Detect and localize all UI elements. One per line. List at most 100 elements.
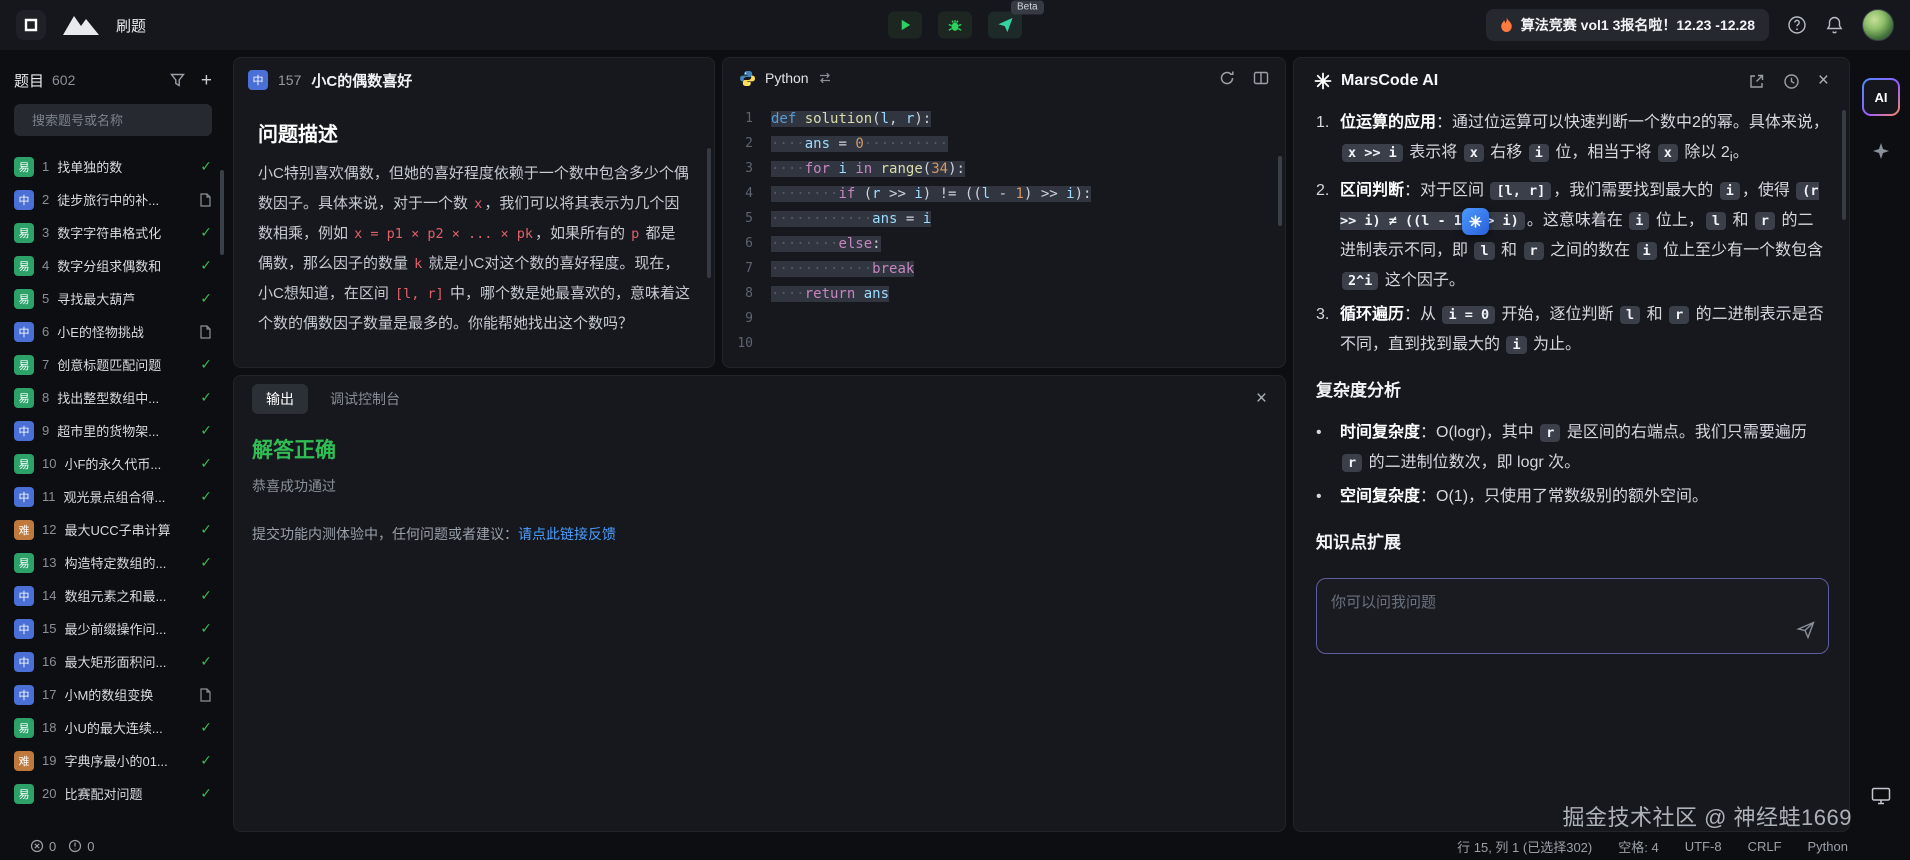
- tab-output[interactable]: 输出: [252, 384, 308, 414]
- avatar[interactable]: [1862, 9, 1894, 41]
- problem-list-item[interactable]: 中6小E的怪物挑战: [14, 315, 212, 348]
- problem-list-item[interactable]: 中14数组元素之和最...✓: [14, 579, 212, 612]
- inline-code: p: [629, 226, 641, 242]
- code-editor[interactable]: 1def solution(l, r):2····ans = 0········…: [723, 106, 1285, 356]
- code-line[interactable]: 7············break: [723, 256, 1285, 281]
- problem-list-item[interactable]: 难12最大UCC子串计算✓: [14, 513, 212, 546]
- contest-banner[interactable]: 算法竞赛 vol1 3报名啦！12.23 -12.28: [1486, 9, 1769, 41]
- beta-badge: Beta: [1011, 1, 1044, 15]
- indent-setting[interactable]: 空格: 4: [1618, 837, 1658, 856]
- errors-indicator[interactable]: 0: [30, 839, 56, 854]
- problem-list-item[interactable]: 中9超市里的货物架...✓: [14, 414, 212, 447]
- switch-language-icon[interactable]: [818, 72, 832, 84]
- problem-list-item[interactable]: 中16最大矩形面积问...✓: [14, 645, 212, 678]
- monitor-icon[interactable]: [1871, 787, 1891, 810]
- problem-list-item[interactable]: 中17小M的数组变换: [14, 678, 212, 711]
- problem-title: 构造特定数组的...: [64, 553, 166, 572]
- problem-list-item[interactable]: 易8找出整型数组中...✓: [14, 381, 212, 414]
- check-icon: ✓: [200, 785, 212, 802]
- ai-question-input[interactable]: [1317, 579, 1828, 653]
- problem-number: 14: [42, 588, 56, 603]
- problem-list-item[interactable]: 中11观光景点组合得...✓: [14, 480, 212, 513]
- inline-code: i: [1529, 144, 1549, 162]
- problem-number: 20: [42, 786, 56, 801]
- problem-list-item[interactable]: 难19字典序最小的01...✓: [14, 744, 212, 777]
- code-line[interactable]: 6········else:: [723, 231, 1285, 256]
- ai-input-box: [1316, 578, 1829, 654]
- warnings-indicator[interactable]: 0: [68, 839, 94, 854]
- cursor-position[interactable]: 行 15, 列 1 (已选择302): [1457, 837, 1592, 856]
- encoding-setting[interactable]: UTF-8: [1685, 839, 1722, 854]
- difficulty-badge: 中: [14, 421, 34, 441]
- problem-list-item[interactable]: 易3数字字符串格式化✓: [14, 216, 212, 249]
- problem-list-item[interactable]: 中15最少前缀操作问...✓: [14, 612, 212, 645]
- problem-list-item[interactable]: 易1找单独的数✓: [14, 150, 212, 183]
- check-icon: ✓: [200, 620, 212, 637]
- problem-scrollbar[interactable]: [707, 148, 711, 278]
- inline-code: x >> i: [1342, 144, 1403, 162]
- line-number: 1: [723, 111, 771, 126]
- problem-list-item[interactable]: 易18小U的最大连续...✓: [14, 711, 212, 744]
- editor-header: Python: [723, 58, 1285, 98]
- send-icon[interactable]: [1796, 620, 1816, 645]
- ai-selection-popup-icon[interactable]: [1462, 208, 1489, 235]
- plugin-icon[interactable]: [1872, 142, 1890, 165]
- problem-list-item[interactable]: 中2徒步旅行中的补...: [14, 183, 212, 216]
- ai-assistant-button[interactable]: AI: [1862, 78, 1900, 116]
- problem-list-item[interactable]: 易10小F的永久代币...✓: [14, 447, 212, 480]
- add-problem-button[interactable]: +: [201, 71, 212, 90]
- inline-code: x = p1 × p2 × ... × pk: [352, 226, 535, 242]
- language-mode[interactable]: Python: [1808, 839, 1848, 854]
- problem-list-item[interactable]: 易7创意标题匹配问题✓: [14, 348, 212, 381]
- debug-button[interactable]: [938, 12, 972, 39]
- problem-list-item[interactable]: 易5寻找最大葫芦✓: [14, 282, 212, 315]
- output-close-icon[interactable]: ×: [1256, 388, 1267, 410]
- problem-title: 超市里的货物架...: [57, 421, 159, 440]
- ai-scrollbar[interactable]: [1842, 110, 1846, 220]
- help-icon[interactable]: [1787, 15, 1807, 35]
- editor-v-scrollbar[interactable]: [1278, 156, 1282, 226]
- search-input[interactable]: [32, 113, 208, 128]
- ai-header: MarsCode AI ×: [1294, 58, 1849, 104]
- code-line[interactable]: 8····return ans: [723, 281, 1285, 306]
- split-view-icon[interactable]: [1253, 70, 1269, 86]
- filter-icon[interactable]: [170, 73, 185, 87]
- doc-icon: [199, 325, 212, 339]
- code-line[interactable]: 3····for i in range(34):: [723, 156, 1285, 181]
- inline-code: (r >> i) ≠ ((l - 1) >> i): [1340, 182, 1819, 230]
- ai-close-icon[interactable]: ×: [1818, 70, 1829, 92]
- problem-list-item[interactable]: 易4数字分组求偶数和✓: [14, 249, 212, 282]
- problem-list-item[interactable]: 易13构造特定数组的...✓: [14, 546, 212, 579]
- history-icon[interactable]: [1783, 73, 1800, 90]
- tab-debug-console[interactable]: 调试控制台: [330, 389, 400, 409]
- sidebar-scrollbar[interactable]: [220, 170, 224, 255]
- inline-code: i: [1637, 242, 1657, 260]
- code-line[interactable]: 4········if (r >> i) != ((l - 1) >> i):: [723, 181, 1285, 206]
- line-number: 5: [723, 211, 771, 226]
- problem-list-item[interactable]: 易20比赛配对问题✓: [14, 777, 212, 810]
- code-line[interactable]: 2····ans = 0··········: [723, 131, 1285, 156]
- difficulty-badge: 中: [14, 652, 34, 672]
- search-box[interactable]: [14, 104, 212, 136]
- code-line[interactable]: 10: [723, 331, 1285, 356]
- topbar: 刷题 Beta: [0, 0, 1910, 50]
- topbar-left: 刷题: [16, 10, 146, 40]
- flame-icon: [1500, 17, 1513, 33]
- code-line[interactable]: 5············ans = i: [723, 206, 1285, 231]
- submit-button[interactable]: [988, 12, 1022, 39]
- marscode-mountain-logo[interactable]: [60, 13, 102, 37]
- bell-icon[interactable]: [1825, 15, 1844, 35]
- reset-code-icon[interactable]: [1219, 70, 1235, 86]
- eol-setting[interactable]: CRLF: [1748, 839, 1782, 854]
- ai-list-item: 2.区间判断：对于区间 [l, r]，我们需要找到最大的 i，使得 (r >> …: [1316, 176, 1829, 296]
- check-icon: ✓: [200, 224, 212, 241]
- ide-logo[interactable]: [16, 10, 46, 40]
- list-number: 1.: [1316, 108, 1340, 172]
- code-text: ····ans = 0··········: [771, 136, 948, 152]
- app: 刷题 Beta: [0, 0, 1910, 860]
- feedback-link[interactable]: 请点此链接反馈: [518, 526, 616, 542]
- run-button[interactable]: [888, 12, 922, 39]
- code-line[interactable]: 1def solution(l, r):: [723, 106, 1285, 131]
- export-chat-icon[interactable]: [1748, 73, 1765, 90]
- code-line[interactable]: 9: [723, 306, 1285, 331]
